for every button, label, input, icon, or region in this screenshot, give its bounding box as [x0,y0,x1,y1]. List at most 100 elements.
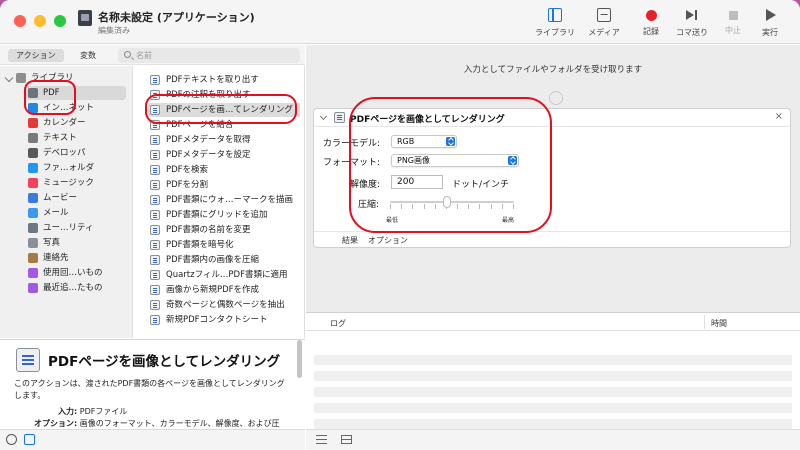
action-list-item[interactable]: PDFメタデータを設定 [148,148,300,162]
action-label: PDFページを結合 [166,120,234,130]
description-scrollbar[interactable] [297,340,302,378]
color-model-label: カラーモデル: [323,139,381,149]
tab-variables[interactable]: 変数 [72,49,104,62]
sidebar-item-category[interactable]: ライブラリ [14,71,118,85]
action-list-item[interactable]: 新規PDFコンタクトシート [148,313,300,327]
chevron-down-icon[interactable] [319,112,328,121]
library-icon [548,8,562,22]
slider-knob[interactable] [443,196,451,208]
automator-window: 名称未設定 (アプリケーション) 編集済み ライブラリ メディア 記録 コマ送り… [0,0,800,450]
text-icon [28,133,38,143]
sidebar-item-category[interactable]: 写真 [26,236,130,250]
tab-results[interactable]: 結果 [342,235,358,246]
sidebar-item-category[interactable]: 最近追…たもの [26,281,130,295]
card-divider [314,231,790,232]
action-label: PDFメタデータを取得 [166,135,251,145]
close-icon[interactable]: × [775,111,783,122]
chevron-down-icon[interactable] [4,73,14,83]
sidebar-item-category[interactable]: 連絡先 [26,251,130,265]
log-panel: ログ 時間 [306,312,800,429]
sidebar-item-label: ムービー [43,193,78,203]
close-window-button[interactable] [14,15,26,27]
chevron-updown-icon [446,137,455,146]
action-list-item[interactable]: PDF書類にウォ…ーマークを描画 [148,193,300,207]
action-card[interactable]: PDFページを画像としてレンダリング × カラーモデル: RGB フォーマット:… [313,108,791,248]
search-input[interactable] [136,49,286,62]
tab-options[interactable]: オプション [368,235,408,246]
sidebar-item-category[interactable]: 使用回…いもの [26,266,130,280]
action-list-item[interactable]: PDFを分割 [148,178,300,192]
pdf-action-icon [150,120,160,130]
tab-actions[interactable]: アクション [8,49,64,62]
action-list-item[interactable]: PDFの注釈を取り出す [148,88,300,102]
window-title: 名称未設定 (アプリケーション) [98,11,255,24]
split-view-icon[interactable] [341,435,352,444]
sidebar-item-category[interactable]: ミュージック [26,176,130,190]
sidebar-item-category[interactable]: ファ…ォルダ [26,161,130,175]
color-model-select[interactable]: RGB [391,135,457,148]
column-divider [704,315,705,329]
action-list-item[interactable]: Quartzフィル…PDF書類に適用 [148,268,300,282]
connector-icon [549,91,563,105]
action-label: PDFを分割 [166,180,209,190]
sidebar-item-category[interactable]: ムービー [26,191,130,205]
action-list-item[interactable]: PDF書類を暗号化 [148,238,300,252]
sidebar-item-label: メール [43,208,69,218]
action-label: PDF書類を暗号化 [166,240,234,250]
sidebar-item-category[interactable]: ユー…リティ [26,221,130,235]
action-list-item[interactable]: PDFメタデータを取得 [148,133,300,147]
smart-folder-icon [28,283,38,293]
pdf-action-icon [150,210,160,220]
compression-slider[interactable] [390,195,514,209]
sidebar-item-category[interactable]: イン…ネット [26,101,130,115]
minimize-window-button[interactable] [34,15,46,27]
search-field[interactable] [118,48,300,63]
description-title: PDFページを画像としてレンダリング [48,354,281,370]
sidebar-item-label: ファ…ォルダ [43,163,95,173]
sidebar-item-category[interactable]: テキスト [26,131,130,145]
sidebar-item-category[interactable]: カレンダー [26,116,130,130]
slider-tick [502,204,503,209]
sidebar-item-category[interactable]: PDF [26,86,126,100]
library-button[interactable]: ライブラリ [531,8,579,42]
resolution-input[interactable]: 200 [391,175,443,189]
media-button[interactable]: メディア [580,8,628,42]
log-column-header[interactable]: ログ [330,318,346,329]
action-list-item[interactable]: 画像から新規PDFを作成 [148,283,300,297]
movie-icon [28,193,38,203]
run-icon [763,8,777,22]
pdf-action-icon [150,75,160,85]
list-view-icon[interactable] [316,435,327,444]
run-button[interactable]: 実行 [746,8,794,42]
time-column-header[interactable]: 時間 [711,318,727,329]
sidebar-item-category[interactable]: デベロッパ [26,146,130,160]
log-bottom-bar [306,429,800,450]
options-menu-button[interactable] [6,434,17,445]
slider-tick [435,204,436,209]
calendar-icon [28,118,38,128]
pdf-action-icon [150,300,160,310]
action-list-item[interactable]: PDFを検索 [148,163,300,177]
action-list-item[interactable]: PDFテキストを取り出す [148,73,300,87]
action-list-item[interactable]: PDFページを画…てレンダリング [148,103,300,117]
sidebar-item-label: PDF [43,88,60,98]
action-list-item[interactable]: 奇数ページと偶数ページを抽出 [148,298,300,312]
mail-icon [28,208,38,218]
input-key: 入力: [58,407,78,416]
description-toggle-button[interactable] [24,434,35,445]
run-label: 実行 [762,28,778,37]
action-list-item[interactable]: PDFページを結合 [148,118,300,132]
pdf-action-icon [150,315,160,325]
action-list-item[interactable]: PDF書類の名前を変更 [148,223,300,237]
log-row [314,403,792,413]
format-select[interactable]: PNG画像 [391,154,519,167]
action-list-item[interactable]: PDF書類にグリッドを追加 [148,208,300,222]
resolution-unit: ドット/インチ [452,180,510,190]
options-value: 画像のフォーマット、カラーモデル、解像度、および圧 [79,419,280,428]
action-list-item[interactable]: PDF書類内の画像を圧縮 [148,253,300,267]
sidebar-item-label: ミュージック [43,178,94,188]
zoom-window-button[interactable] [54,15,66,27]
pdf-action-icon [150,90,160,100]
sidebar-item-category[interactable]: メール [26,206,130,220]
pdf-action-icon [150,165,160,175]
